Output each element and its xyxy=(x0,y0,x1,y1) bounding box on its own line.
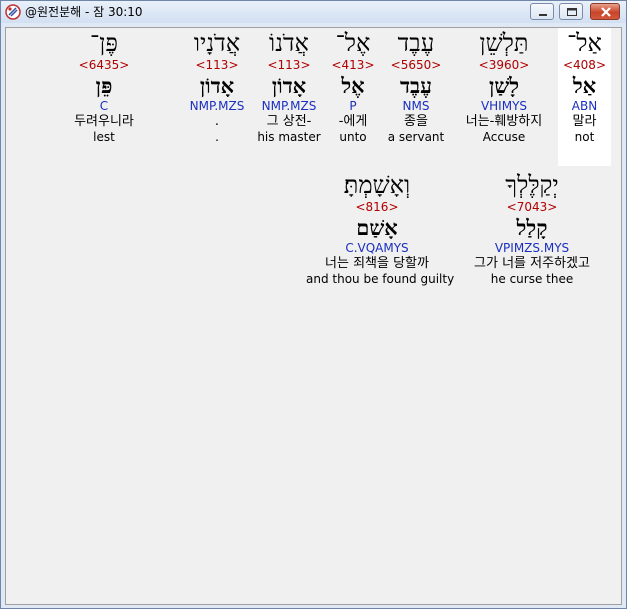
strong-number: <408> xyxy=(562,58,606,72)
english-gloss: unto xyxy=(339,130,367,144)
hebrew-lemma: אָשַׁם xyxy=(356,215,398,240)
maximize-button[interactable] xyxy=(559,3,583,20)
korean-gloss: 말라 xyxy=(572,114,597,129)
english-gloss: a servant xyxy=(387,130,445,144)
hebrew-word: אֲדֹנָיו xyxy=(193,29,241,57)
strong-number: <413> xyxy=(331,58,375,72)
word-column[interactable]: אֲדֹנוֹ <113> אָדוֹן NMP.MZS 그 상전- his m… xyxy=(254,28,324,145)
hebrew-lemma: פֵּן xyxy=(95,73,113,98)
morphology-code: ABN xyxy=(571,99,598,113)
hebrew-lemma: אָדוֹן xyxy=(199,73,235,98)
strong-number: <7043> xyxy=(506,200,558,214)
close-button[interactable] xyxy=(590,3,620,20)
hebrew-word: וְאָשָׁמְתָּ׃ xyxy=(343,171,411,199)
english-gloss: lest xyxy=(93,130,115,144)
hebrew-word: אַל־ xyxy=(567,29,602,57)
strong-number: <113> xyxy=(195,58,239,72)
minimize-icon xyxy=(539,14,547,16)
english-gloss: he curse thee xyxy=(490,272,574,286)
strong-number: <5650> xyxy=(390,58,442,72)
morphology-code: VHIMYS xyxy=(480,99,528,113)
english-gloss: not xyxy=(574,130,595,144)
word-column[interactable]: עֶבֶד <5650> עֶבֶד NMS 종을 a servant xyxy=(385,28,447,145)
english-gloss: his master xyxy=(257,130,321,144)
korean-gloss: 너는-훼방하지 xyxy=(465,114,543,129)
korean-gloss: -에게 xyxy=(338,114,368,129)
korean-gloss: 종을 xyxy=(404,114,428,129)
hebrew-word: יְקַלֶּלְךָ xyxy=(505,171,559,199)
english-gloss: Accuse xyxy=(482,130,526,144)
morphology-code: NMP.MZS xyxy=(261,99,317,113)
korean-gloss: 그 상전- xyxy=(266,114,312,129)
title-bar[interactable]: @원전분해 - 잠 30:10 xyxy=(1,1,626,23)
app-window: @원전분해 - 잠 30:10 אַל־ <408> אַל ABN 말라 no… xyxy=(0,0,627,609)
strong-number: <113> xyxy=(267,58,311,72)
strong-number: <816> xyxy=(355,200,399,214)
window-title: @원전분해 - 잠 30:10 xyxy=(25,5,143,19)
app-icon xyxy=(5,4,21,20)
word-column[interactable]: אֲדֹנָיו <113> אָדוֹן NMP.MZS . . xyxy=(181,28,253,145)
hebrew-word: אֲדֹנוֹ xyxy=(269,29,309,57)
korean-gloss: 너는 죄책을 당할까 xyxy=(325,256,429,271)
morphology-code: NMS xyxy=(402,99,430,113)
hebrew-word: תַּלְשֵׁן xyxy=(479,29,529,57)
hebrew-word: אֶל־ xyxy=(335,29,371,57)
word-column[interactable]: אֶל־ <413> אֶל P -에게 unto xyxy=(328,28,378,145)
hebrew-lemma: אֶל xyxy=(341,73,365,98)
korean-gloss: 그가 너를 저주하겠고 xyxy=(474,256,590,271)
english-gloss: . xyxy=(215,130,219,144)
hebrew-lemma: לָשַׁן xyxy=(488,73,520,98)
korean-gloss: 두려우니라 xyxy=(74,114,134,129)
english-gloss: and thou be found guilty xyxy=(306,272,455,286)
hebrew-lemma: קָלַל xyxy=(516,215,548,240)
hebrew-word: פֶּן־ xyxy=(90,29,118,57)
word-column[interactable]: יְקַלֶּלְךָ <7043> קָלַל VPIMZS.MYS 그가 너… xyxy=(458,170,606,287)
korean-gloss: . xyxy=(214,114,220,129)
interlinear-panel[interactable]: אַל־ <408> אַל ABN 말라 not תַּלְשֵׁן <396… xyxy=(5,27,622,605)
hebrew-word: עֶבֶד xyxy=(397,29,435,57)
morphology-code: VPIMZS.MYS xyxy=(494,241,570,255)
word-column[interactable]: אַל־ <408> אַל ABN 말라 not xyxy=(558,28,611,166)
minimize-button[interactable] xyxy=(530,3,554,20)
morphology-code: NMP.MZS xyxy=(189,99,245,113)
word-column[interactable]: וְאָשָׁמְתָּ׃ <816> אָשַׁם C.VQAMYS 너는 죄… xyxy=(306,170,455,287)
morphology-code: P xyxy=(349,99,357,113)
strong-number: <6435> xyxy=(78,58,130,72)
morphology-code: C xyxy=(99,99,109,113)
maximize-icon xyxy=(567,8,577,16)
hebrew-lemma: אַל xyxy=(572,73,597,98)
word-column[interactable]: פֶּן־ <6435> פֵּן C 두려우니라 lest xyxy=(59,28,149,145)
morphology-code: C.VQAMYS xyxy=(345,241,409,255)
hebrew-lemma: עֶבֶד xyxy=(399,73,433,98)
word-column[interactable]: תַּלְשֵׁן <3960> לָשַׁן VHIMYS 너는-훼방하지 A… xyxy=(458,28,550,145)
close-icon xyxy=(601,7,611,17)
hebrew-lemma: אָדוֹן xyxy=(271,73,307,98)
strong-number: <3960> xyxy=(478,58,530,72)
